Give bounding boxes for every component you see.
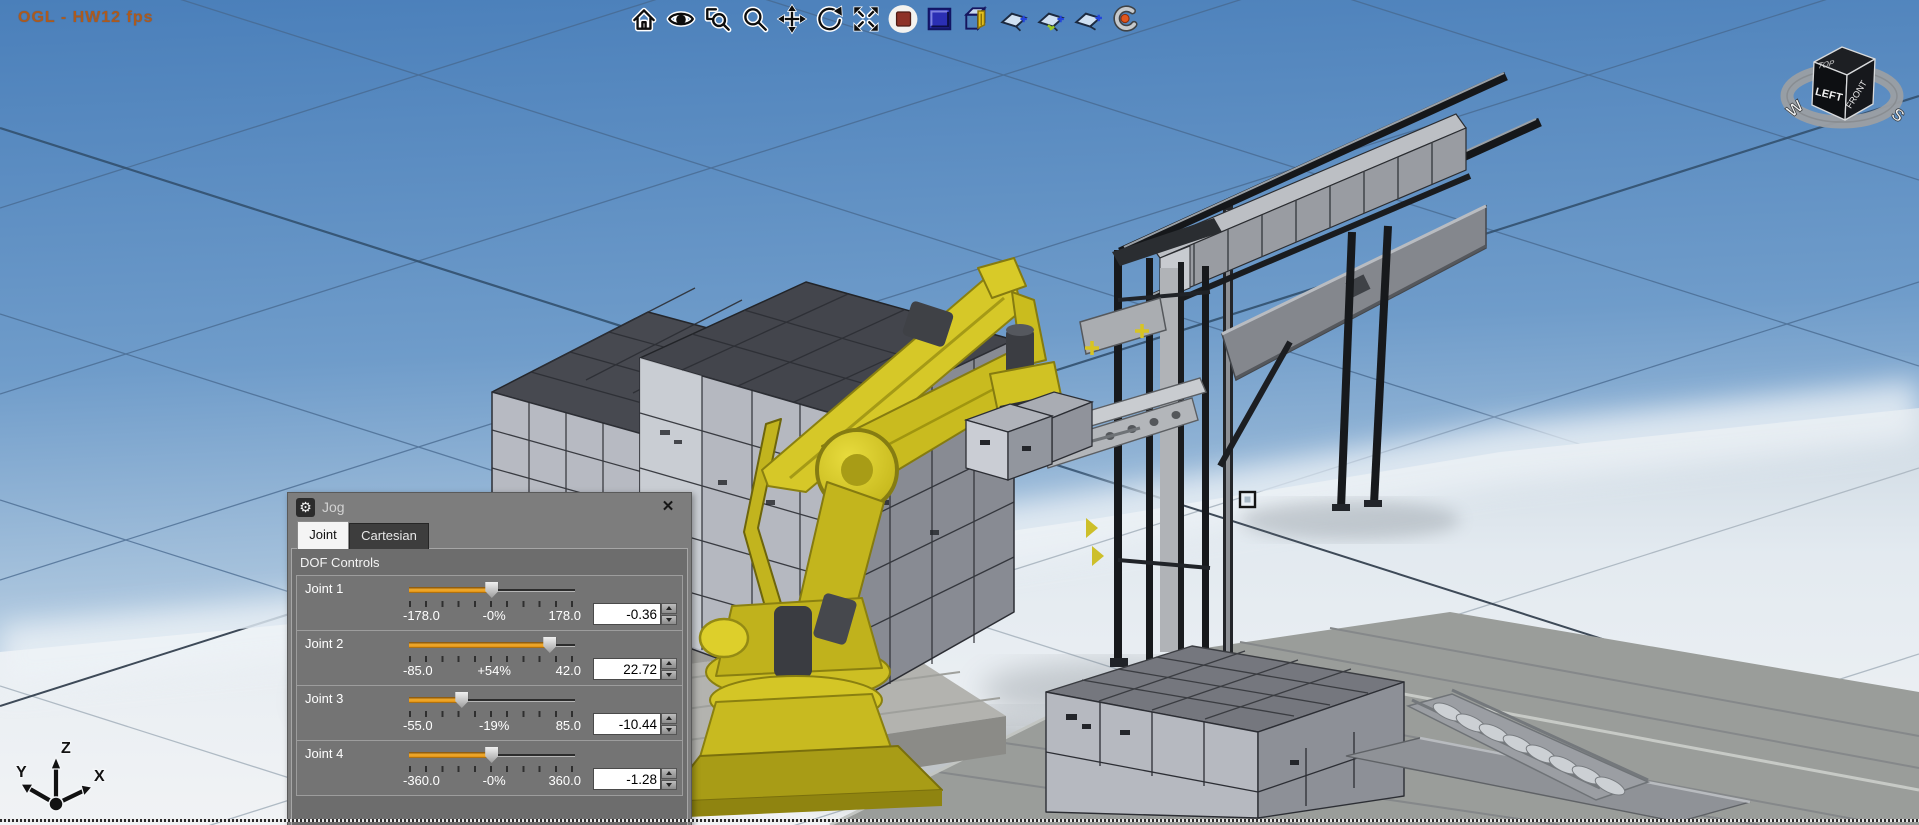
- zoom-window-icon[interactable]: [702, 3, 734, 35]
- joint-label: Joint 4: [305, 746, 343, 761]
- clip-plane-z-icon[interactable]: [1072, 3, 1104, 35]
- joint-1-value-input[interactable]: [593, 603, 661, 625]
- range-pct: +54%: [477, 663, 511, 678]
- open-box-icon[interactable]: [961, 3, 993, 35]
- slider-thumb[interactable]: [485, 747, 498, 763]
- tab-cartesian[interactable]: Cartesian: [349, 523, 429, 549]
- snap-point-marker[interactable]: [1240, 492, 1255, 507]
- range-min: -178.0: [403, 608, 440, 623]
- slider-ticks: [409, 656, 573, 662]
- view-cube[interactable]: TOP LEFT FRONT W S: [1778, 28, 1918, 136]
- clip-plane-x-icon[interactable]: [998, 3, 1030, 35]
- joint-1-spinner: [661, 603, 677, 625]
- slider-thumb[interactable]: [485, 582, 498, 598]
- spin-up-button[interactable]: [661, 658, 677, 669]
- tab-joint[interactable]: Joint: [297, 521, 349, 549]
- joint-row-1: Joint 1 -178.0 -0% 178.0: [296, 575, 683, 631]
- spin-down-button[interactable]: [661, 780, 677, 791]
- range-max: 360.0: [548, 773, 581, 788]
- range-min: -55.0: [403, 718, 433, 733]
- slider-thumb[interactable]: [455, 692, 468, 708]
- home-icon[interactable]: [628, 3, 660, 35]
- jog-titlebar[interactable]: ⚙ Jog ✕: [288, 493, 691, 521]
- gear-icon: ⚙: [296, 498, 315, 517]
- axis-label-z: Z: [61, 740, 71, 757]
- spin-down-button[interactable]: [661, 670, 677, 681]
- joint-2-slider[interactable]: [409, 637, 575, 655]
- joint-2-value-input[interactable]: [593, 658, 661, 680]
- axis-triad: Z Y X: [6, 733, 116, 825]
- joint-3-value-input[interactable]: [593, 713, 661, 735]
- slider-ticks: [409, 766, 573, 772]
- spin-down-button[interactable]: [661, 615, 677, 626]
- slider-thumb[interactable]: [543, 637, 556, 653]
- rotate-view-icon[interactable]: [813, 3, 845, 35]
- joint-row-3: Joint 3 -55.0 -19% 85.0: [296, 685, 683, 741]
- jog-dialog[interactable]: ⚙ Jog ✕ Joint Cartesian DOF Controls Joi…: [287, 492, 692, 825]
- range-max: 85.0: [556, 718, 581, 733]
- close-icon[interactable]: ✕: [659, 498, 677, 516]
- center-of-rotation-icon[interactable]: [1109, 3, 1141, 35]
- group-title: DOF Controls: [292, 549, 687, 575]
- joint-3-slider[interactable]: [409, 692, 575, 710]
- fps-counter: OGL - HW12 fps: [18, 9, 154, 27]
- view-toolbar: [628, 3, 1141, 35]
- joint-label: Joint 2: [305, 636, 343, 651]
- joint-label: Joint 3: [305, 691, 343, 706]
- blue-square-icon[interactable]: [924, 3, 956, 35]
- slider-ticks: [409, 601, 573, 607]
- viewport-focus-outline: [0, 819, 1919, 822]
- spin-up-button[interactable]: [661, 713, 677, 724]
- range-pct: -0%: [483, 608, 506, 623]
- joint-2-spinner: [661, 658, 677, 680]
- spin-up-button[interactable]: [661, 768, 677, 779]
- axis-label-x: X: [94, 768, 105, 785]
- slider-ticks: [409, 711, 573, 717]
- range-max: 178.0: [548, 608, 581, 623]
- eye-icon[interactable]: [665, 3, 697, 35]
- range-pct: -19%: [479, 718, 509, 733]
- spin-up-button[interactable]: [661, 603, 677, 614]
- dialog-title: Jog: [322, 499, 345, 515]
- record-icon[interactable]: [887, 3, 919, 35]
- range-min: -85.0: [403, 663, 433, 678]
- axis-label-y: Y: [16, 764, 27, 781]
- jog-content-panel: DOF Controls Joint 1 -178.0 -0% 178.0 Jo…: [291, 548, 688, 825]
- pan-icon[interactable]: [776, 3, 808, 35]
- fit-view-icon[interactable]: [850, 3, 882, 35]
- joint-row-4: Joint 4 -360.0 -0% 360.0: [296, 740, 683, 796]
- range-pct: -0%: [483, 773, 506, 788]
- joint-3-spinner: [661, 713, 677, 735]
- joint-4-value-input[interactable]: [593, 768, 661, 790]
- 3d-viewport[interactable]: OGL - HW12 fps: [0, 0, 1919, 825]
- joint-1-slider[interactable]: [409, 582, 575, 600]
- clip-plane-y-icon[interactable]: [1035, 3, 1067, 35]
- range-min: -360.0: [403, 773, 440, 788]
- zoom-icon[interactable]: [739, 3, 771, 35]
- spin-down-button[interactable]: [661, 725, 677, 736]
- range-max: 42.0: [556, 663, 581, 678]
- joint-row-2: Joint 2 -85.0 +54% 42.0: [296, 630, 683, 686]
- joint-4-spinner: [661, 768, 677, 790]
- joint-label: Joint 1: [305, 581, 343, 596]
- joint-4-slider[interactable]: [409, 747, 575, 765]
